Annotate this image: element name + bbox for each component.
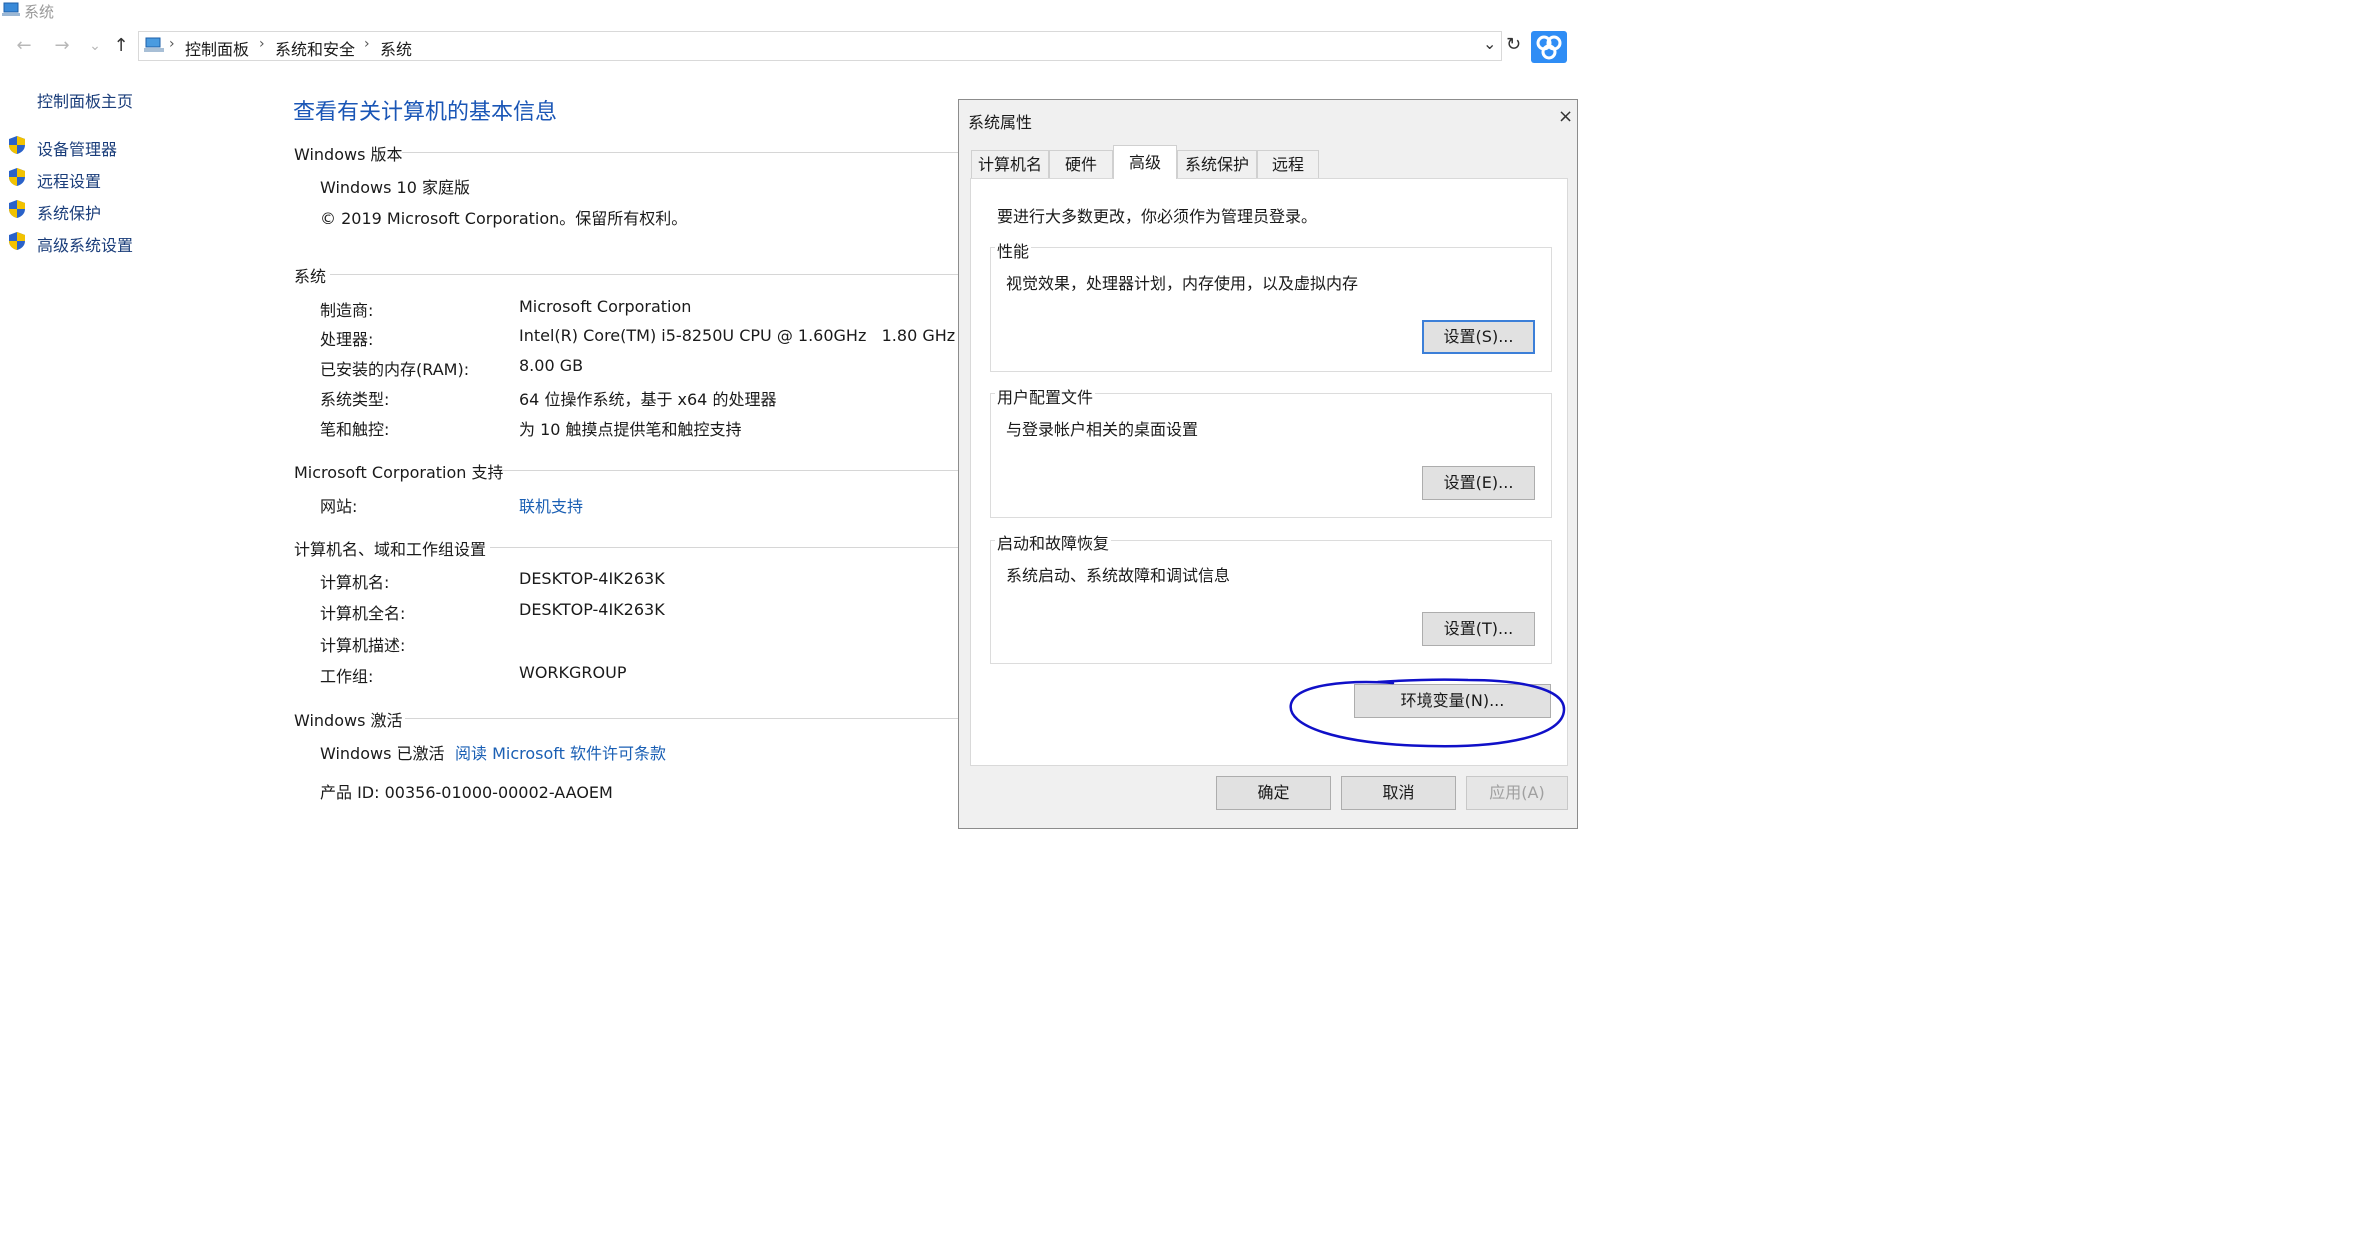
value-workgroup: WORKGROUP: [519, 663, 627, 682]
label-pen-touch: 笔和触控:: [320, 420, 390, 439]
label-full-computer-name: 计算机全名:: [320, 604, 406, 623]
dialog-title: 系统属性: [968, 113, 1033, 132]
forward-arrow-icon[interactable]: →: [51, 34, 73, 58]
group-title-startup-recovery: 启动和故障恢复: [995, 530, 1112, 554]
group-title-user-profiles: 用户配置文件: [995, 384, 1096, 408]
shield-icon: [9, 168, 25, 186]
section-heading-computer-name: 计算机名、域和工作组设置: [294, 540, 487, 559]
label-processor: 处理器:: [320, 330, 374, 349]
recent-locations-chevron-icon[interactable]: ⌄: [84, 34, 106, 58]
group-desc-startup-recovery: 系统启动、系统故障和调试信息: [1006, 566, 1231, 585]
back-arrow-icon[interactable]: ←: [13, 34, 35, 58]
group-desc-performance: 视觉效果，处理器计划，内存使用，以及虚拟内存: [1006, 274, 1359, 293]
label-manufacturer: 制造商:: [320, 301, 374, 320]
user-profiles-settings-button[interactable]: 设置(E)...: [1422, 466, 1535, 500]
section-heading-system: 系统: [294, 267, 327, 286]
label-computer-description: 计算机描述:: [320, 636, 406, 655]
label-ram: 已安装的内存(RAM):: [320, 360, 470, 379]
breadcrumb-system-security[interactable]: 系统和安全: [275, 36, 355, 60]
section-heading-activation: Windows 激活: [294, 711, 403, 730]
sidebar-item-device-manager[interactable]: 设备管理器: [37, 136, 117, 160]
admin-note: 要进行大多数更改，你必须作为管理员登录。: [997, 207, 1318, 226]
up-arrow-icon[interactable]: ↑: [110, 34, 132, 58]
close-icon[interactable]: ×: [1558, 106, 1573, 127]
value-full-computer-name: DESKTOP-4IK263K: [519, 600, 665, 619]
breadcrumb-separator: ›: [169, 36, 175, 52]
label-workgroup: 工作组:: [320, 667, 374, 686]
label-system-type: 系统类型:: [320, 390, 390, 409]
value-ram: 8.00 GB: [519, 356, 584, 375]
breadcrumb-system[interactable]: 系统: [380, 36, 412, 60]
online-support-link[interactable]: 联机支持: [519, 493, 583, 517]
control-panel-icon: [144, 37, 164, 52]
value-system-type: 64 位操作系统，基于 x64 的处理器: [519, 390, 777, 409]
startup-recovery-settings-button[interactable]: 设置(T)...: [1422, 612, 1535, 646]
tab-system-protection[interactable]: 系统保护: [1177, 150, 1257, 178]
apply-button[interactable]: 应用(A): [1466, 776, 1568, 810]
shield-icon: [9, 136, 25, 154]
windows-edition-text: Windows 10 家庭版: [320, 178, 470, 197]
shield-icon: [9, 232, 25, 250]
tab-advanced[interactable]: 高级: [1113, 145, 1177, 179]
section-divider: [330, 274, 958, 275]
tab-computer-name[interactable]: 计算机名: [971, 150, 1049, 178]
value-computer-name: DESKTOP-4IK263K: [519, 569, 665, 588]
address-dropdown-icon[interactable]: ⌄: [1483, 34, 1496, 53]
breadcrumb-separator: ›: [364, 36, 370, 52]
sidebar-item-advanced-settings[interactable]: 高级系统设置: [37, 232, 133, 256]
shield-icon: [9, 200, 25, 218]
ok-button[interactable]: 确定: [1216, 776, 1331, 810]
value-manufacturer: Microsoft Corporation: [519, 297, 692, 316]
activation-status: Windows 已激活: [320, 744, 445, 763]
tab-hardware[interactable]: 硬件: [1049, 150, 1113, 178]
group-title-performance: 性能: [995, 238, 1032, 262]
breadcrumb-control-panel[interactable]: 控制面板: [185, 36, 249, 60]
section-divider: [490, 547, 958, 548]
section-divider: [402, 152, 958, 153]
label-computer-name: 计算机名:: [320, 573, 390, 592]
copyright-text: © 2019 Microsoft Corporation。保留所有权利。: [320, 209, 688, 228]
sidebar-item-remote-settings[interactable]: 远程设置: [37, 168, 101, 192]
sidebar-home-link[interactable]: 控制面板主页: [37, 88, 133, 112]
group-desc-user-profiles: 与登录帐户相关的桌面设置: [1006, 420, 1199, 439]
window-title: 系统: [24, 3, 55, 21]
baidu-cloud-icon[interactable]: [1531, 31, 1567, 63]
system-window-icon: [2, 2, 20, 16]
page-title: 查看有关计算机的基本信息: [293, 100, 558, 125]
product-id: 产品 ID: 00356-01000-00002-AAOEM: [320, 783, 613, 802]
breadcrumb-separator: ›: [259, 36, 265, 52]
sidebar-item-system-protection[interactable]: 系统保护: [37, 200, 101, 224]
section-heading-windows-edition: Windows 版本: [294, 145, 403, 164]
annotation-circle: [1289, 678, 1566, 748]
section-heading-support: Microsoft Corporation 支持: [294, 463, 504, 482]
cancel-button[interactable]: 取消: [1341, 776, 1456, 810]
refresh-icon[interactable]: ↻: [1506, 34, 1521, 55]
tab-remote[interactable]: 远程: [1257, 150, 1319, 178]
label-website: 网站:: [320, 497, 358, 516]
value-processor: Intel(R) Core(TM) i5-8250U CPU @ 1.60GHz…: [519, 326, 956, 345]
section-divider: [405, 718, 958, 719]
section-divider: [502, 470, 958, 471]
performance-settings-button[interactable]: 设置(S)...: [1422, 320, 1535, 354]
license-terms-link[interactable]: 阅读 Microsoft 软件许可条款: [455, 740, 666, 764]
value-pen-touch: 为 10 触摸点提供笔和触控支持: [519, 420, 742, 439]
